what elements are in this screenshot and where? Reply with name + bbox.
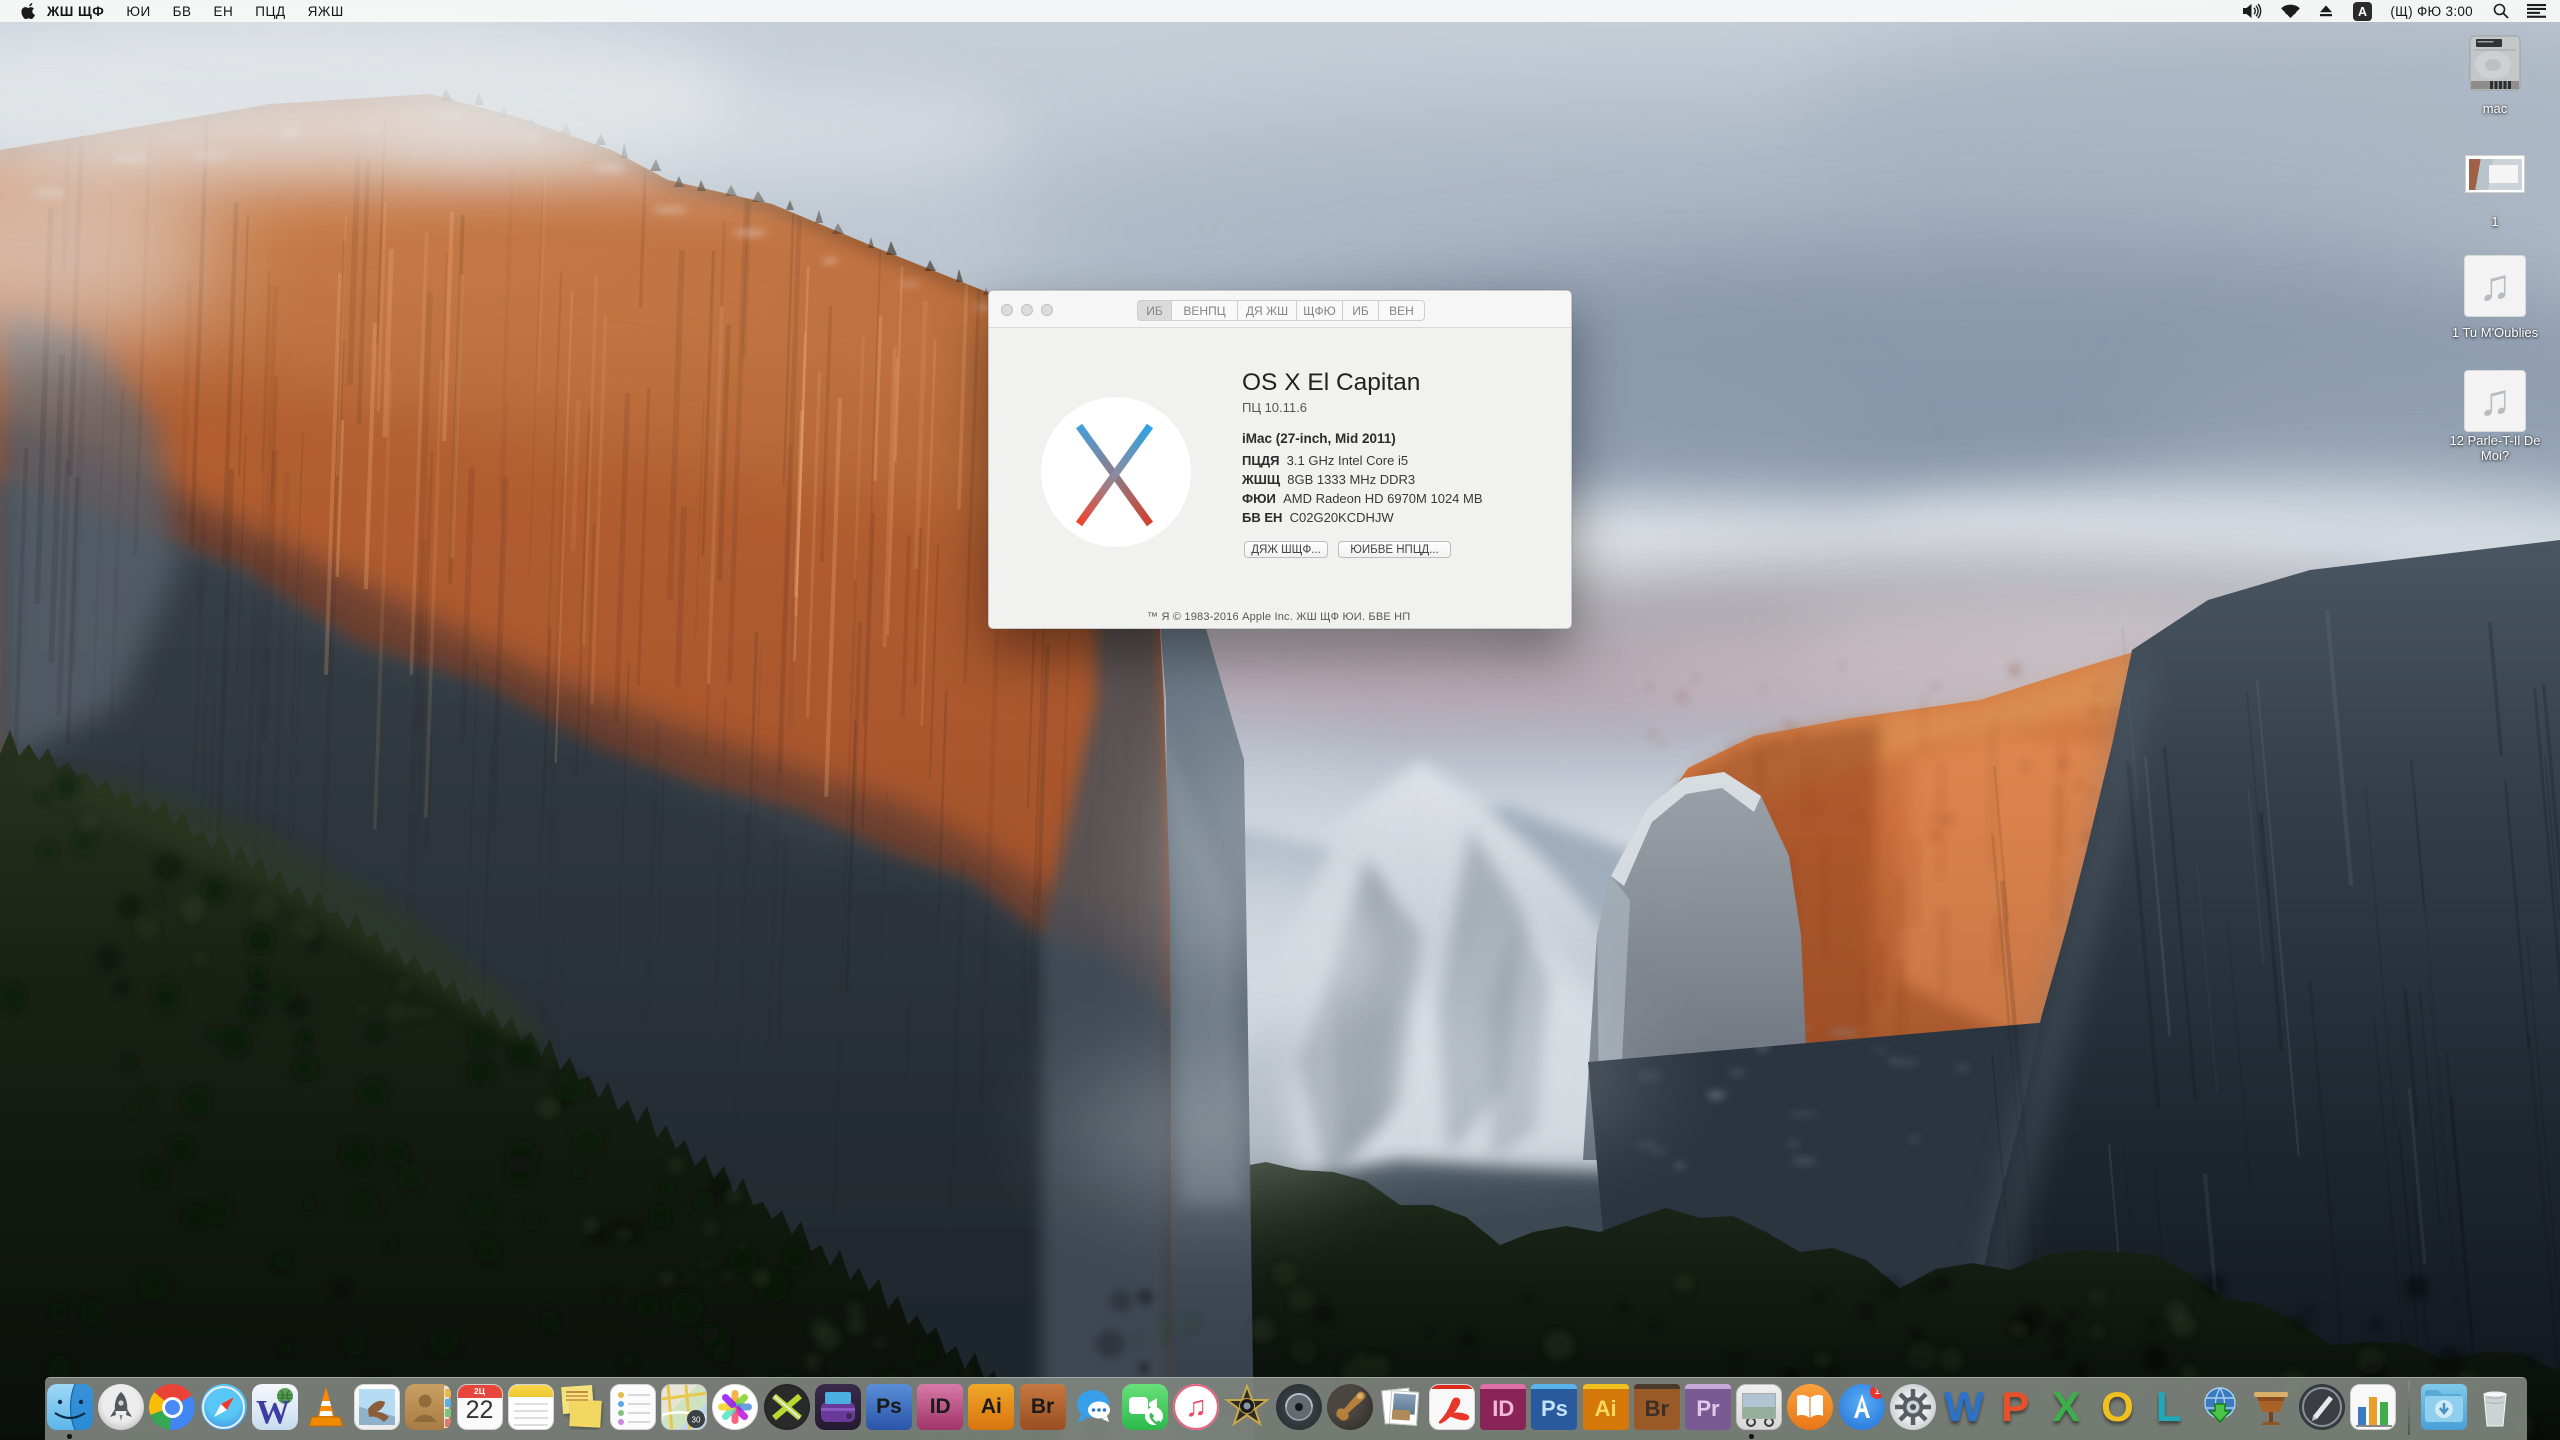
svg-text:30: 30 [692,1416,701,1425]
svg-text:W: W [256,1394,290,1430]
svg-text:A: A [2358,5,2367,19]
